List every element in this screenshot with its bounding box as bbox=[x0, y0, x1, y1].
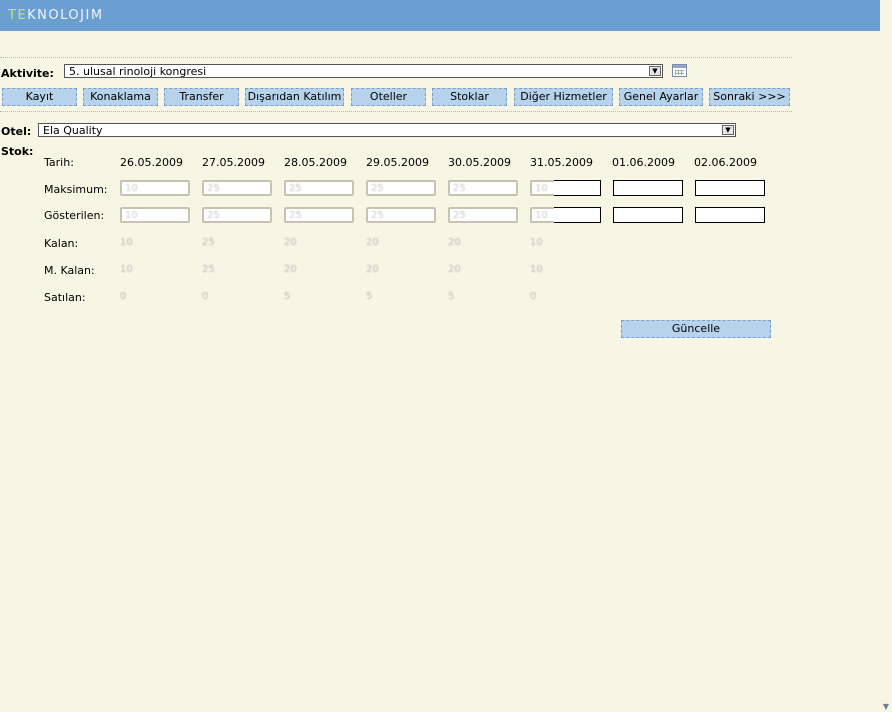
divider-bottom bbox=[0, 111, 792, 112]
vertical-scrollbar[interactable]: ▼ bbox=[880, 0, 892, 712]
date-header: 02.06.2009 bbox=[694, 156, 757, 169]
max-input[interactable]: 25 bbox=[448, 180, 518, 196]
max-input[interactable]: 10 bbox=[120, 180, 190, 196]
shown-input-value: 10 bbox=[535, 210, 548, 221]
sold-value: 0 bbox=[202, 291, 209, 302]
row-label-sold: Satılan: bbox=[44, 291, 86, 304]
remaining-value: 20 bbox=[366, 237, 379, 248]
max-input[interactable] bbox=[554, 180, 601, 196]
hotel-label: Otel: bbox=[1, 125, 32, 138]
date-header: 26.05.2009 bbox=[120, 156, 183, 169]
sold-value: 5 bbox=[366, 291, 373, 302]
max-input-value: 10 bbox=[535, 183, 548, 194]
shown-input-value: 25 bbox=[371, 210, 384, 221]
max-input[interactable]: 25 bbox=[366, 180, 436, 196]
shown-input[interactable]: 25 bbox=[202, 207, 272, 223]
max-input[interactable]: 25 bbox=[284, 180, 354, 196]
activity-select[interactable]: 5. ulusal rinoloji kongresi ▼ bbox=[64, 64, 663, 78]
stock-label: Stok: bbox=[1, 145, 34, 158]
sold-value: 0 bbox=[120, 291, 127, 302]
row-label-remaining: Kalan: bbox=[44, 237, 79, 250]
chevron-down-icon[interactable]: ▼ bbox=[722, 125, 734, 135]
max-input-value: 10 bbox=[125, 183, 138, 194]
nav-button-diger-hizmetler[interactable]: Diğer Hizmetler bbox=[514, 88, 613, 106]
nav-button-sonraki[interactable]: Sonraki >>> bbox=[709, 88, 790, 106]
remaining-value: 20 bbox=[284, 237, 297, 248]
remaining-value: 10 bbox=[530, 237, 543, 248]
divider-top bbox=[0, 57, 792, 58]
m-remaining-value: 20 bbox=[284, 264, 297, 275]
remaining-value: 25 bbox=[202, 237, 215, 248]
max-input-value: 25 bbox=[207, 183, 220, 194]
remaining-value: 20 bbox=[448, 237, 461, 248]
hotel-select[interactable]: Ela Quality ▼ bbox=[38, 123, 736, 137]
shown-input[interactable]: 25 bbox=[366, 207, 436, 223]
calendar-icon[interactable] bbox=[672, 64, 687, 77]
row-label-date: Tarih: bbox=[44, 156, 74, 169]
nav-button-kayit[interactable]: Kayıt bbox=[2, 88, 77, 106]
shown-input[interactable]: 10 bbox=[120, 207, 190, 223]
header-bar: TEKNOLOJIM bbox=[0, 0, 880, 31]
logo-prefix: TE bbox=[8, 8, 28, 23]
nav-button-transfer[interactable]: Transfer bbox=[164, 88, 239, 106]
chevron-down-icon[interactable]: ▼ bbox=[649, 66, 661, 76]
m-remaining-value: 25 bbox=[202, 264, 215, 275]
date-header: 31.05.2009 bbox=[530, 156, 593, 169]
max-input-value: 25 bbox=[371, 183, 384, 194]
shown-input[interactable] bbox=[554, 207, 601, 223]
max-input[interactable] bbox=[613, 180, 683, 196]
max-input[interactable] bbox=[695, 180, 765, 196]
max-input-value: 25 bbox=[453, 183, 466, 194]
logo-text: KNOLOJIM bbox=[27, 8, 104, 23]
sold-value: 5 bbox=[284, 291, 291, 302]
row-label-max: Maksimum: bbox=[44, 183, 108, 196]
sold-value: 5 bbox=[448, 291, 455, 302]
nav-button-disaridan-katilim[interactable]: Dışarıdan Katılım bbox=[245, 88, 344, 106]
max-input-partial[interactable]: 10 bbox=[530, 180, 556, 196]
date-header: 27.05.2009 bbox=[202, 156, 265, 169]
date-header: 28.05.2009 bbox=[284, 156, 347, 169]
date-header: 30.05.2009 bbox=[448, 156, 511, 169]
max-input[interactable]: 25 bbox=[202, 180, 272, 196]
shown-input[interactable] bbox=[695, 207, 765, 223]
shown-input-value: 25 bbox=[453, 210, 466, 221]
nav-button-konaklama[interactable]: Konaklama bbox=[83, 88, 158, 106]
update-button[interactable]: Güncelle bbox=[621, 320, 771, 338]
nav-button-stoklar[interactable]: Stoklar bbox=[432, 88, 507, 106]
activity-select-value: 5. ulusal rinoloji kongresi bbox=[69, 65, 207, 78]
shown-input-partial[interactable]: 10 bbox=[530, 207, 556, 223]
shown-input-value: 25 bbox=[289, 210, 302, 221]
shown-input-value: 10 bbox=[125, 210, 138, 221]
max-input-value: 25 bbox=[289, 183, 302, 194]
m-remaining-value: 10 bbox=[530, 264, 543, 275]
remaining-value: 10 bbox=[120, 237, 133, 248]
hotel-select-value: Ela Quality bbox=[43, 124, 103, 137]
shown-input[interactable]: 25 bbox=[448, 207, 518, 223]
row-label-m-remaining: M. Kalan: bbox=[44, 264, 95, 277]
m-remaining-value: 10 bbox=[120, 264, 133, 275]
m-remaining-value: 20 bbox=[366, 264, 379, 275]
shown-input-value: 25 bbox=[207, 210, 220, 221]
m-remaining-value: 20 bbox=[448, 264, 461, 275]
row-label-shown: Gösterilen: bbox=[44, 209, 105, 222]
date-header: 01.06.2009 bbox=[612, 156, 675, 169]
scroll-down-icon[interactable]: ▼ bbox=[880, 702, 892, 712]
activity-label: Aktivite: bbox=[1, 67, 54, 80]
nav-button-oteller[interactable]: Oteller bbox=[351, 88, 426, 106]
date-header: 29.05.2009 bbox=[366, 156, 429, 169]
sold-value: 0 bbox=[530, 291, 537, 302]
logo: TEKNOLOJIM bbox=[8, 8, 104, 23]
shown-input[interactable] bbox=[613, 207, 683, 223]
nav-button-genel-ayarlar[interactable]: Genel Ayarlar bbox=[619, 88, 703, 106]
shown-input[interactable]: 25 bbox=[284, 207, 354, 223]
